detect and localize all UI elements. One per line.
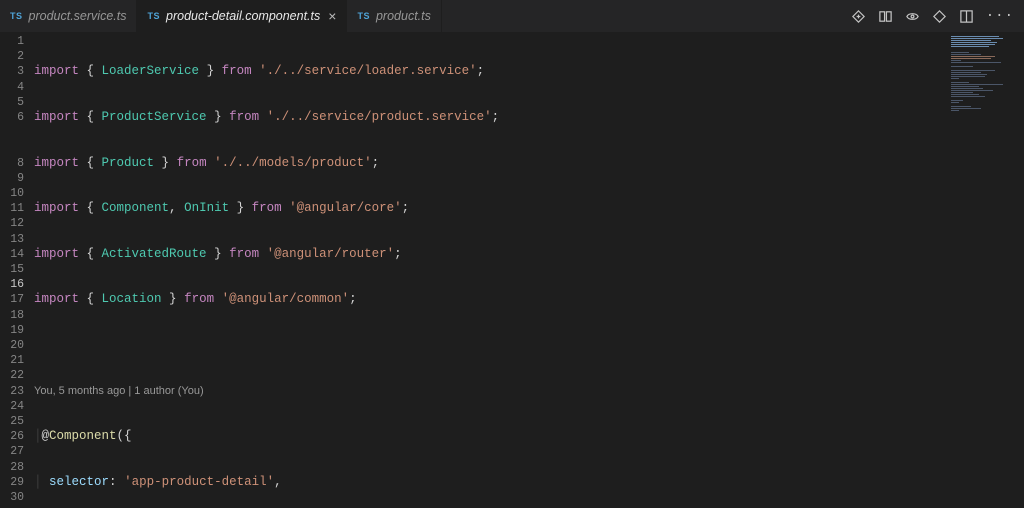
tab-label: product.ts (376, 9, 431, 23)
open-preview-icon[interactable] (905, 9, 920, 24)
tab-product-detail-component[interactable]: TS product-detail.component.ts × (137, 0, 347, 32)
code-line: │ selector: 'app-product-detail', (34, 475, 946, 490)
tab-label: product.service.ts (29, 9, 127, 23)
codelens-authors[interactable]: You, 5 months ago | 1 author (You) (34, 384, 946, 399)
code-editor[interactable]: 123 456 8910 111213 1415 16 171819 20212… (0, 32, 1024, 508)
more-actions-icon[interactable]: ··· (986, 8, 1014, 24)
code-line: import { Component, OnInit } from '@angu… (34, 201, 946, 216)
line-number-gutter: 123 456 8910 111213 1415 16 171819 20212… (0, 32, 34, 508)
tab-label: product-detail.component.ts (166, 9, 320, 23)
open-changes-icon[interactable] (878, 9, 893, 24)
split-editor-icon[interactable] (959, 9, 974, 24)
code-line: import { ActivatedRoute } from '@angular… (34, 247, 946, 262)
editor-title-actions: ··· (851, 0, 1024, 32)
revert-file-icon[interactable] (932, 9, 947, 24)
code-line: import { Product } from './../models/pro… (34, 156, 946, 171)
code-line: import { ProductService } from './../ser… (34, 110, 946, 125)
code-line: │@Component({ (34, 429, 946, 444)
ts-file-icon: TS (10, 11, 23, 21)
code-line: import { Location } from '@angular/commo… (34, 292, 946, 307)
tab-product-service[interactable]: TS product.service.ts (0, 0, 137, 32)
tab-product-model[interactable]: TS product.ts (347, 0, 441, 32)
code-area[interactable]: import { LoaderService } from './../serv… (34, 32, 946, 508)
ts-file-icon: TS (357, 11, 370, 21)
minimap[interactable] (946, 32, 1024, 508)
ts-file-icon: TS (147, 11, 160, 21)
diff-changes-icon[interactable] (851, 9, 866, 24)
code-line: import { LoaderService } from './../serv… (34, 64, 946, 79)
close-icon[interactable]: × (328, 8, 336, 24)
editor-tabbar: TS product.service.ts TS product-detail.… (0, 0, 1024, 32)
